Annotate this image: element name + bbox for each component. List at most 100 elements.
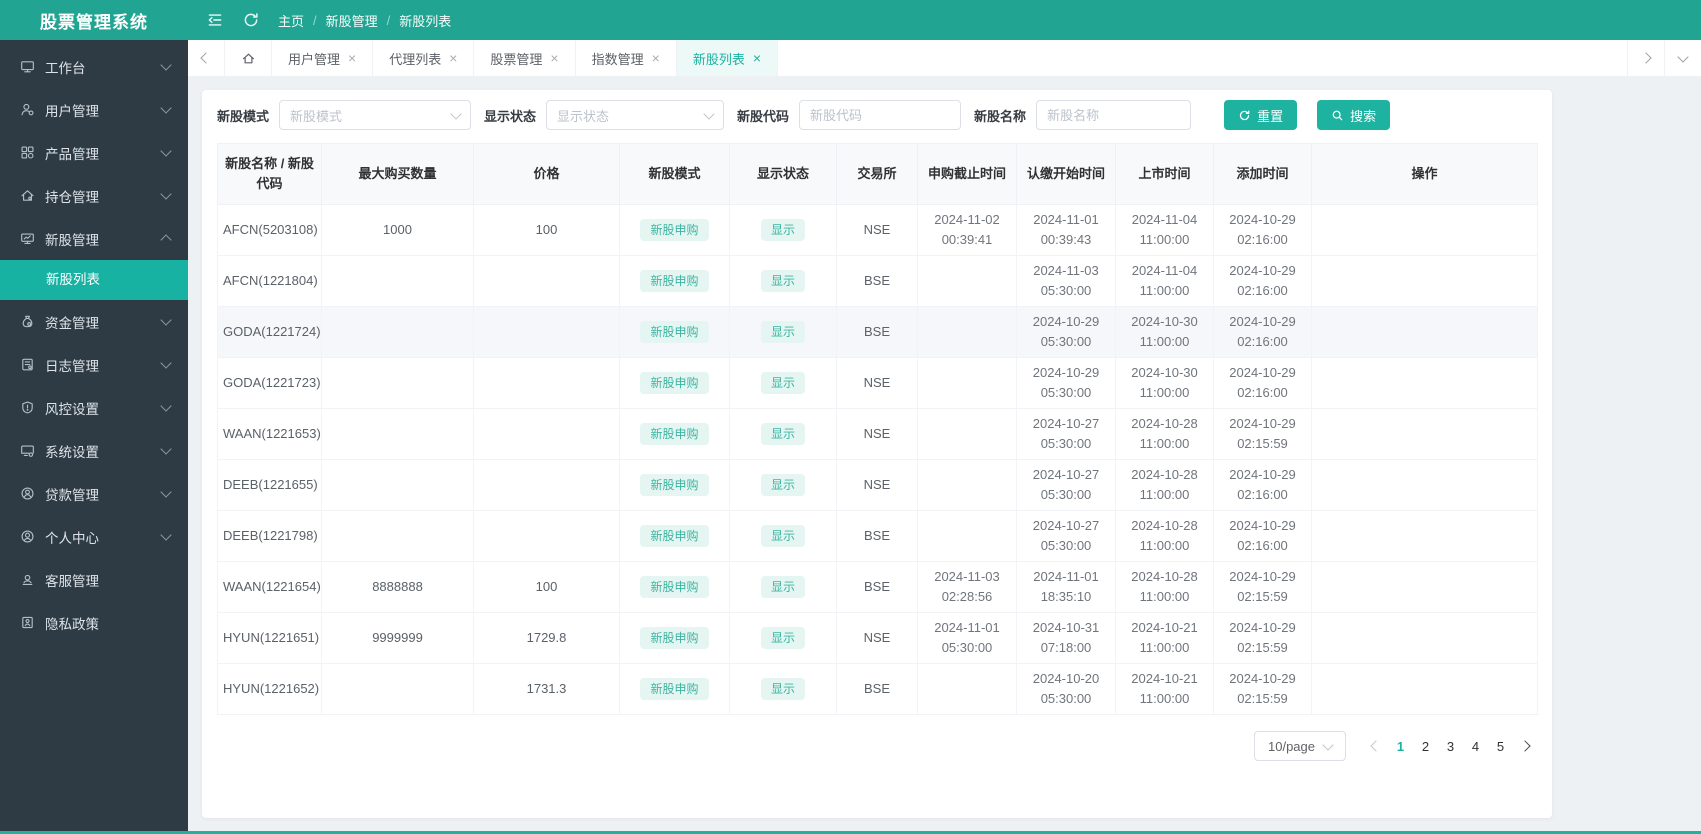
home-tab[interactable] xyxy=(225,40,272,76)
sidebar-item-risk-settings[interactable]: 风控设置 xyxy=(0,386,188,429)
filter-status-select[interactable]: 显示状态 xyxy=(546,100,725,130)
chevron-down-icon xyxy=(160,400,172,412)
status-cell: 显示 xyxy=(729,306,837,358)
next-page-button[interactable] xyxy=(1513,740,1537,752)
exchange-cell: BSE xyxy=(836,255,918,307)
stock-name-cell: HYUN(1221652) xyxy=(217,663,322,715)
chevron-down-icon xyxy=(160,314,172,326)
sidebar-item-service-management[interactable]: 客服管理 xyxy=(0,558,188,601)
price-cell xyxy=(473,510,620,562)
listing-time-cell: 2024-10-30 11:00:00 xyxy=(1115,306,1214,358)
sidebar-item-product-management[interactable]: 产品管理 xyxy=(0,131,188,174)
status-badge: 显示 xyxy=(760,423,805,445)
added-time-cell: 2024-10-29 02:15:59 xyxy=(1213,408,1312,460)
page-number-2[interactable]: 2 xyxy=(1413,739,1438,754)
filter-name-input[interactable] xyxy=(1036,100,1192,130)
subscribe-start-cell: 2024-10-20 05:30:00 xyxy=(1016,663,1116,715)
table-header-cell: 显示状态 xyxy=(729,143,837,205)
table-row: DEEB(1221655) 新股申购 显示 NSE 2024-10-27 05:30:0… xyxy=(217,459,1538,511)
table-header-cell: 交易所 xyxy=(836,143,918,205)
mode-badge: 新股申购 xyxy=(640,525,709,547)
listing-time-cell: 2024-11-04 11:00:00 xyxy=(1115,255,1214,307)
subscribe-start-cell: 2024-11-01 18:35:10 xyxy=(1016,561,1116,613)
filter-mode-select[interactable]: 新股模式 xyxy=(279,100,472,130)
status-cell: 显示 xyxy=(729,612,837,664)
tab-close-icon[interactable]: × xyxy=(753,51,761,65)
exchange-cell: BSE xyxy=(836,663,918,715)
table-row: HYUN(1221652) 1731.3 新股申购 显示 BSE 2024-10-20 0… xyxy=(217,663,1538,715)
table-header-cell: 操作 xyxy=(1311,143,1538,205)
actions-cell xyxy=(1311,459,1538,511)
reset-button[interactable]: 重置 xyxy=(1224,100,1298,130)
stock-name-cell: GODA(1221724) xyxy=(217,306,322,358)
filter-status-placeholder: 显示状态 xyxy=(557,108,610,124)
page-number-list: 12345 xyxy=(1388,739,1513,754)
page-number-4[interactable]: 4 xyxy=(1463,739,1488,754)
breadcrumb-separator: / xyxy=(313,12,317,28)
sidebar-item-log-management[interactable]: 日志管理 xyxy=(0,343,188,386)
filter-status-label: 显示状态 xyxy=(484,108,537,124)
mode-cell: 新股申购 xyxy=(619,459,730,511)
reset-refresh-icon xyxy=(1239,110,1250,120)
page-number-3[interactable]: 3 xyxy=(1438,739,1463,754)
top-header: 股票管理系统 主页 / 新股管理 / 新股列表 xyxy=(0,0,1701,40)
tab-item[interactable]: 代理列表 × xyxy=(373,40,475,76)
sidebar-item-workbench[interactable]: 工作台 xyxy=(0,45,188,88)
exchange-cell: NSE xyxy=(836,204,918,256)
listing-time-cell: 2024-10-21 11:00:00 xyxy=(1115,612,1214,664)
filter-code-input[interactable] xyxy=(799,100,962,130)
sidebar-item-privacy-policy[interactable]: 隐私政策 xyxy=(0,601,188,644)
sidebar-item-system-settings[interactable]: 系统设置 xyxy=(0,429,188,472)
sidebar-item-ipo-management[interactable]: 新股管理 xyxy=(0,217,188,260)
tabbar-spacer xyxy=(778,40,1627,76)
tab-label: 代理列表 xyxy=(389,51,442,67)
mode-badge: 新股申购 xyxy=(640,576,709,598)
listing-time-cell: 2024-10-28 11:00:00 xyxy=(1115,510,1214,562)
chevron-down-icon xyxy=(160,486,172,498)
refresh-icon[interactable] xyxy=(242,11,260,29)
breadcrumb-item[interactable]: 主页 xyxy=(278,11,304,30)
tabs-scroll-right-icon[interactable] xyxy=(1627,40,1664,76)
sidebar-item-label: 持仓管理 xyxy=(45,189,99,205)
search-button[interactable]: 搜索 xyxy=(1317,100,1391,130)
table-row: WAAN(1221653) 新股申购 显示 NSE 2024-10-27 05:30:0… xyxy=(217,408,1538,460)
tab-item[interactable]: 新股列表 × xyxy=(676,40,779,76)
page-content: 新股模式 新股模式 显示状态 显示状态 新股代码 新股名称 重置 xyxy=(188,76,1701,831)
max-buy-cell xyxy=(321,663,474,715)
table-row: GODA(1221724) 新股申购 显示 BSE 2024-10-29 05:30:0… xyxy=(217,306,1538,358)
tab-item[interactable]: 股票管理 × xyxy=(474,40,576,76)
sidebar-item-profile-center[interactable]: 个人中心 xyxy=(0,515,188,558)
breadcrumb-item[interactable]: 新股列表 xyxy=(399,11,451,30)
page-size-select[interactable]: 10/page xyxy=(1254,731,1346,761)
deadline-cell xyxy=(917,510,1017,562)
subscribe-start-cell: 2024-10-29 05:30:00 xyxy=(1016,357,1116,409)
subscribe-start-cell: 2024-10-29 05:30:00 xyxy=(1016,306,1116,358)
tab-item[interactable]: 用户管理 × xyxy=(272,40,374,76)
tab-close-icon[interactable]: × xyxy=(652,51,660,65)
deadline-cell xyxy=(917,459,1017,511)
tab-close-icon[interactable]: × xyxy=(550,51,558,65)
tab-item[interactable]: 指数管理 × xyxy=(576,40,677,76)
collapse-sidebar-icon[interactable] xyxy=(206,11,224,29)
tab-close-icon[interactable]: × xyxy=(449,51,457,65)
chevron-up-icon xyxy=(160,234,172,246)
sidebar-item-funds-management[interactable]: 资金管理 xyxy=(0,300,188,343)
chevron-down-icon xyxy=(160,443,172,455)
actions-cell xyxy=(1311,357,1538,409)
sidebar-item-position-management[interactable]: 持仓管理 xyxy=(0,174,188,217)
tabs-scroll-left-icon[interactable] xyxy=(188,40,225,76)
mode-badge: 新股申购 xyxy=(640,423,709,445)
deadline-cell xyxy=(917,306,1017,358)
max-buy-cell xyxy=(321,255,474,307)
prev-page-button[interactable] xyxy=(1364,740,1388,752)
page-number-1[interactable]: 1 xyxy=(1388,739,1413,754)
sidebar-item-user-management[interactable]: 用户管理 xyxy=(0,88,188,131)
sidebar-item-loan-management[interactable]: 贷款管理 xyxy=(0,472,188,515)
grid-icon xyxy=(20,145,36,161)
tab-close-icon[interactable]: × xyxy=(348,51,356,65)
sidebar-subitem-ipo-list[interactable]: 新股列表 xyxy=(0,260,188,300)
page-number-5[interactable]: 5 xyxy=(1488,739,1513,754)
breadcrumb-item[interactable]: 新股管理 xyxy=(326,11,378,30)
sidebar-item-label: 产品管理 xyxy=(45,146,99,162)
tabs-menu-icon[interactable] xyxy=(1664,40,1701,76)
